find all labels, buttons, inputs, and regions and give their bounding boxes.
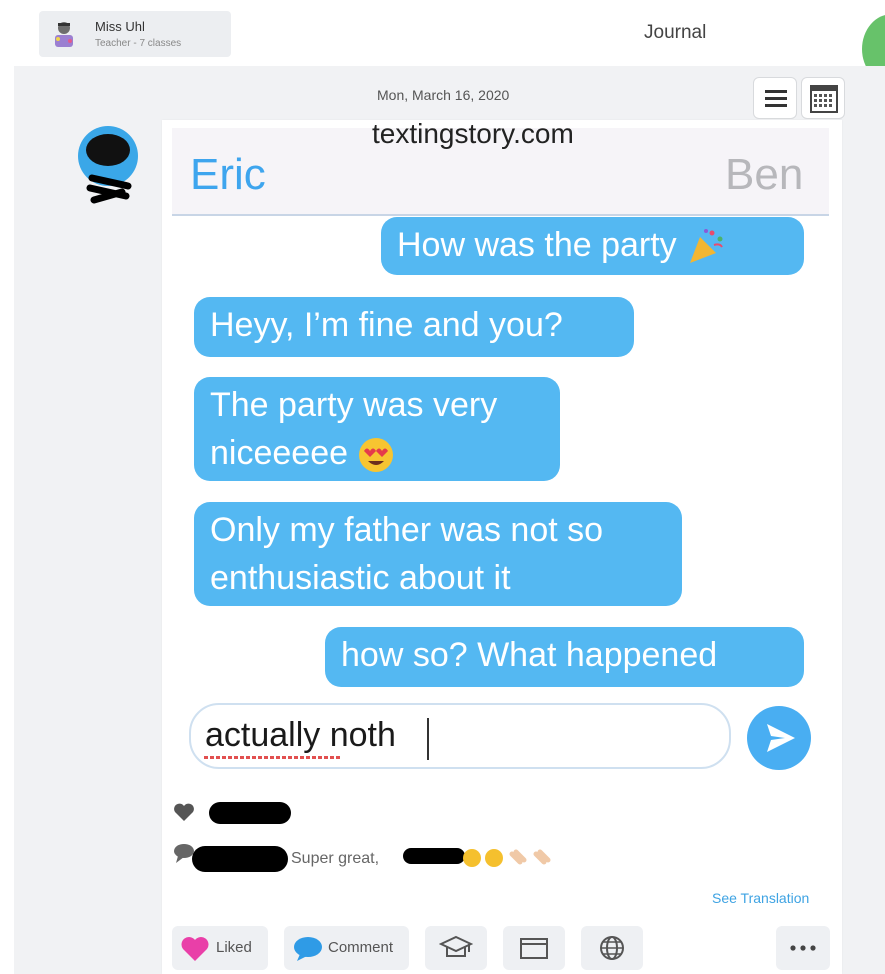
view-toggle: [753, 77, 845, 119]
message-text: Heyy, I’m fine and you?: [210, 306, 563, 344]
comment-text: Super great,: [291, 850, 380, 867]
page-title: Journal: [644, 22, 707, 43]
heart-filled-icon: [181, 937, 209, 961]
redacted-commenter-name: [192, 846, 288, 872]
teacher-avatar-icon: [55, 22, 73, 47]
globe-icon: [600, 936, 624, 960]
spellcheck-underline: [204, 756, 342, 759]
portfolio-button[interactable]: [425, 926, 487, 970]
heart-eyes-icon: [359, 438, 394, 473]
send-icon: [767, 724, 795, 752]
message-text-line2: enthusiastic about it: [210, 559, 511, 597]
send-button[interactable]: [747, 706, 811, 770]
see-translation-link[interactable]: See Translation: [712, 890, 809, 906]
contact-left-name: Eric: [190, 150, 266, 199]
top-bar: Miss Uhl Teacher - 7 classes Journal: [0, 0, 885, 84]
message-bubble: The party was very niceeeee: [194, 377, 560, 481]
comment-label: Comment: [328, 939, 394, 956]
comment-button[interactable]: Comment: [284, 926, 409, 970]
folder-icon: [520, 938, 548, 959]
graduation-cap-icon: [439, 935, 473, 957]
message-text: The party was very: [210, 386, 498, 424]
watermark: textingstory.com: [372, 118, 574, 149]
list-icon: [765, 90, 787, 107]
message-text: How was the party: [397, 226, 677, 264]
message-bubble: Only my father was not so enthusiastic a…: [194, 502, 682, 606]
calendar-icon: [810, 85, 838, 113]
more-options-button[interactable]: [776, 926, 830, 970]
message-bubble: how so? What happened: [325, 627, 804, 687]
liked-label: Liked: [216, 939, 252, 956]
teacher-classes: Teacher - 7 classes: [95, 38, 182, 49]
contact-right-name: Ben: [725, 150, 804, 199]
redacted-comment-part: [403, 848, 465, 864]
message-text-line2: niceeeee: [210, 434, 349, 472]
heart-icon: [174, 803, 194, 821]
comment-emojis: [463, 849, 551, 867]
message-text: Only my father was not so: [210, 511, 604, 549]
comment-bubble-icon: [294, 937, 322, 961]
message-input-value: actually noth: [205, 716, 396, 754]
message-bubble: Heyy, I’m fine and you?: [194, 297, 634, 357]
text-caret: [427, 718, 429, 760]
list-view-button[interactable]: [753, 77, 797, 119]
more-dots-icon: [790, 945, 816, 951]
calendar-view-button[interactable]: [801, 77, 845, 119]
translate-button[interactable]: [581, 926, 643, 970]
liked-button[interactable]: Liked: [172, 926, 268, 970]
student-avatar: [78, 126, 138, 204]
teacher-chip[interactable]: Miss Uhl Teacher - 7 classes: [39, 11, 231, 57]
teacher-name: Miss Uhl: [95, 19, 145, 34]
message-text: how so? What happened: [341, 636, 718, 674]
party-popper-icon: [690, 229, 724, 264]
post-date: Mon, March 16, 2020: [377, 87, 510, 103]
folder-button[interactable]: [503, 926, 565, 970]
message-bubble: How was the party: [381, 217, 804, 275]
redacted-liker-name: [209, 802, 291, 824]
